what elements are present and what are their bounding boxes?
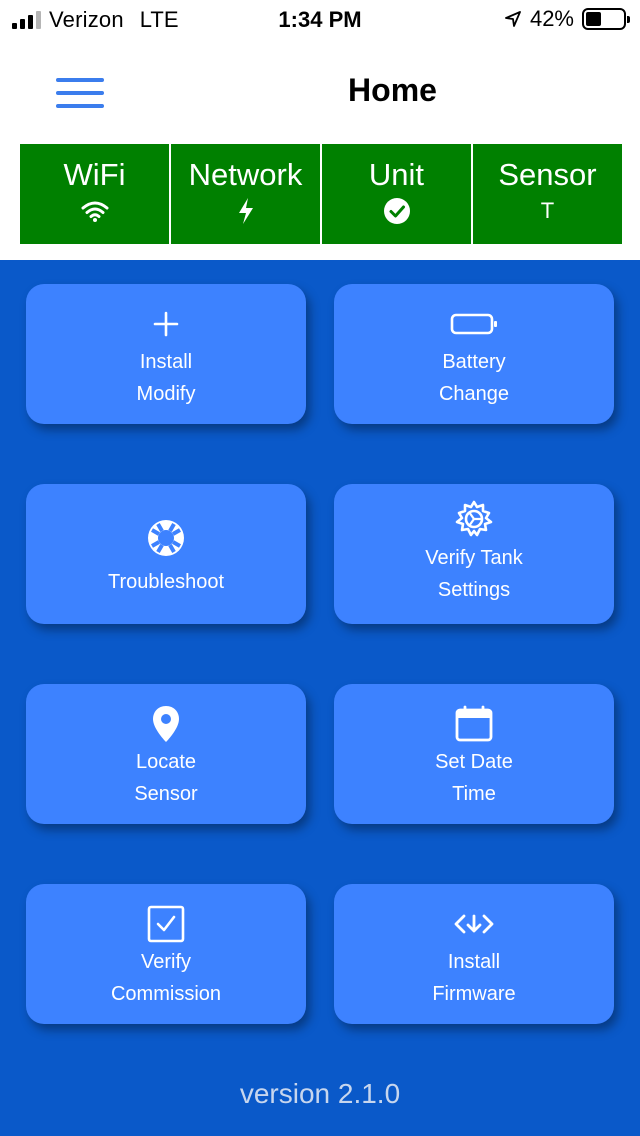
status-tiles: WiFi Network Unit Sensor T bbox=[20, 144, 622, 244]
card-label: Commission bbox=[110, 983, 222, 1005]
set-date-time-button[interactable]: Set Date Time bbox=[334, 684, 614, 824]
battery-change-button[interactable]: Battery Change bbox=[334, 284, 614, 424]
install-modify-button[interactable]: Install Modify bbox=[26, 284, 306, 424]
sensor-value: T bbox=[540, 198, 555, 223]
location-arrow-icon bbox=[505, 11, 521, 27]
verify-tank-settings-button[interactable]: Verify Tank Settings bbox=[334, 484, 614, 624]
calendar-icon bbox=[454, 704, 494, 744]
page-title: Home bbox=[348, 72, 437, 108]
status-right: 42% bbox=[504, 6, 630, 32]
gear-icon bbox=[453, 500, 495, 540]
main-menu: Install Modify Battery Change Troublesho… bbox=[0, 260, 640, 1136]
status-bar: Verizon LTE 1:34 PM 42% bbox=[0, 0, 640, 40]
battery-icon bbox=[582, 8, 630, 30]
battery-icon bbox=[450, 304, 498, 344]
card-label: Time bbox=[452, 783, 496, 805]
card-label: Modify bbox=[136, 383, 196, 405]
verify-commission-button[interactable]: Verify Commission bbox=[26, 884, 306, 1024]
check-circle-icon bbox=[383, 196, 411, 226]
bolt-icon bbox=[237, 196, 255, 226]
tile-label: WiFi bbox=[63, 157, 126, 192]
nav-bar: Home bbox=[0, 40, 640, 140]
card-label: Verify bbox=[140, 951, 192, 973]
status-tile-wifi: WiFi bbox=[20, 144, 169, 244]
card-label: Troubleshoot bbox=[108, 571, 224, 593]
tile-label: Network bbox=[188, 157, 303, 192]
plus-icon bbox=[152, 304, 180, 344]
card-label: Battery bbox=[442, 351, 506, 373]
install-firmware-button[interactable]: Install Firmware bbox=[334, 884, 614, 1024]
tile-label: Sensor bbox=[498, 157, 597, 192]
tile-label: Unit bbox=[368, 157, 425, 192]
locate-sensor-button[interactable]: Locate Sensor bbox=[26, 684, 306, 824]
card-label: Settings bbox=[437, 579, 511, 601]
status-tile-network: Network bbox=[171, 144, 320, 244]
checkbox-icon bbox=[147, 904, 185, 944]
lifebuoy-icon bbox=[146, 518, 186, 558]
status-tile-sensor: Sensor T bbox=[473, 144, 622, 244]
battery-percent: 42% bbox=[529, 6, 574, 31]
card-label: Sensor bbox=[134, 783, 198, 805]
location-pin-icon bbox=[151, 704, 181, 744]
code-download-icon bbox=[454, 904, 494, 944]
card-label: Set Date bbox=[435, 751, 513, 773]
card-label: Install bbox=[139, 351, 193, 373]
card-label: Change bbox=[438, 383, 510, 405]
card-label: Verify Tank bbox=[425, 547, 523, 569]
card-label: Firmware bbox=[432, 983, 516, 1005]
status-tile-unit: Unit bbox=[322, 144, 471, 244]
wifi-icon bbox=[81, 196, 109, 226]
card-label: Locate bbox=[135, 751, 197, 773]
version-label: version 2.1.0 bbox=[239, 1078, 401, 1109]
troubleshoot-button[interactable]: Troubleshoot bbox=[26, 484, 306, 624]
battery-fill bbox=[586, 12, 602, 26]
card-label: Install bbox=[447, 951, 501, 973]
